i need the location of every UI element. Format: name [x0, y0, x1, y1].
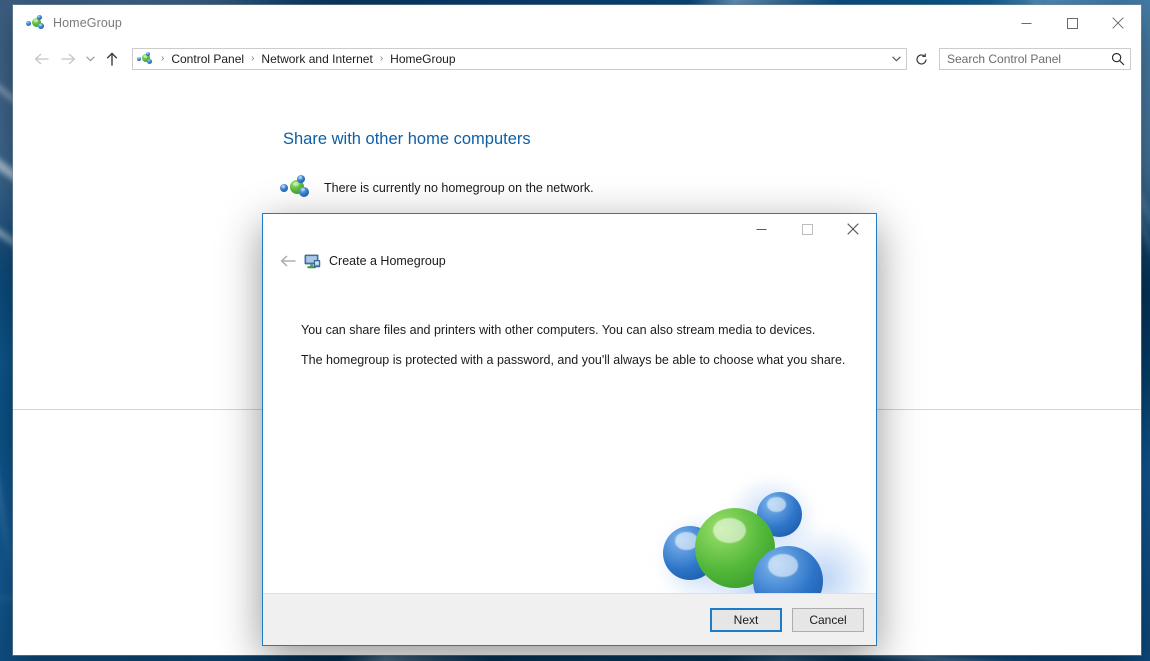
dialog-nav-row: Create a Homegroup — [263, 246, 876, 276]
dialog-body: You can share files and printers with ot… — [263, 276, 876, 593]
search-box[interactable] — [939, 48, 1131, 70]
breadcrumb-separator: › — [251, 53, 255, 64]
dialog-minimize-button[interactable] — [738, 214, 784, 244]
dialog-caption-buttons — [738, 214, 876, 244]
homegroup-status-row: There is currently no homegroup on the n… — [280, 175, 594, 201]
dialog-paragraph-1: You can share files and printers with ot… — [301, 323, 816, 337]
dialog-paragraph-2: The homegroup is protected with a passwo… — [301, 353, 846, 367]
chevron-down-icon[interactable] — [886, 56, 906, 62]
up-button[interactable] — [99, 47, 125, 71]
refresh-button[interactable] — [908, 47, 934, 71]
breadcrumb-item-network-and-internet[interactable]: Network and Internet — [258, 52, 375, 66]
window-caption-buttons — [1003, 5, 1141, 41]
dialog-maximize-button[interactable] — [784, 214, 830, 244]
homegroup-icon — [137, 52, 153, 66]
back-button[interactable] — [29, 47, 55, 71]
breadcrumb[interactable]: › Control Panel › Network and Internet ›… — [132, 48, 907, 70]
breadcrumb-separator: › — [161, 53, 165, 64]
dialog-close-button[interactable] — [830, 214, 876, 244]
address-bar: › Control Panel › Network and Internet ›… — [13, 41, 1141, 77]
homegroup-icon — [26, 15, 44, 31]
window-title: HomeGroup — [53, 16, 122, 30]
window-titlebar: HomeGroup — [13, 5, 1141, 41]
homegroup-spheres-illustration — [653, 478, 875, 593]
search-icon[interactable] — [1106, 52, 1130, 66]
page-title: Share with other home computers — [283, 130, 531, 148]
breadcrumb-item-control-panel[interactable]: Control Panel — [168, 52, 247, 66]
minimize-button[interactable] — [1003, 5, 1049, 41]
dialog-footer: Next Cancel — [263, 593, 876, 645]
dialog-back-button[interactable] — [275, 249, 301, 273]
next-button[interactable]: Next — [710, 607, 782, 632]
search-input[interactable] — [940, 51, 1106, 67]
forward-button[interactable] — [55, 47, 81, 71]
cancel-button[interactable]: Cancel — [792, 607, 864, 632]
breadcrumb-item-homegroup[interactable]: HomeGroup — [387, 52, 458, 66]
homegroup-icon — [280, 175, 310, 201]
homegroup-status-text: There is currently no homegroup on the n… — [324, 181, 594, 195]
recent-locations-button[interactable] — [81, 47, 99, 71]
computer-icon — [304, 253, 321, 270]
dialog-title: Create a Homegroup — [329, 254, 446, 268]
create-homegroup-dialog: Create a Homegroup You can share files a… — [262, 213, 877, 646]
breadcrumb-separator: › — [379, 53, 384, 64]
maximize-button[interactable] — [1049, 5, 1095, 41]
dialog-titlebar — [263, 214, 876, 246]
close-button[interactable] — [1095, 5, 1141, 41]
